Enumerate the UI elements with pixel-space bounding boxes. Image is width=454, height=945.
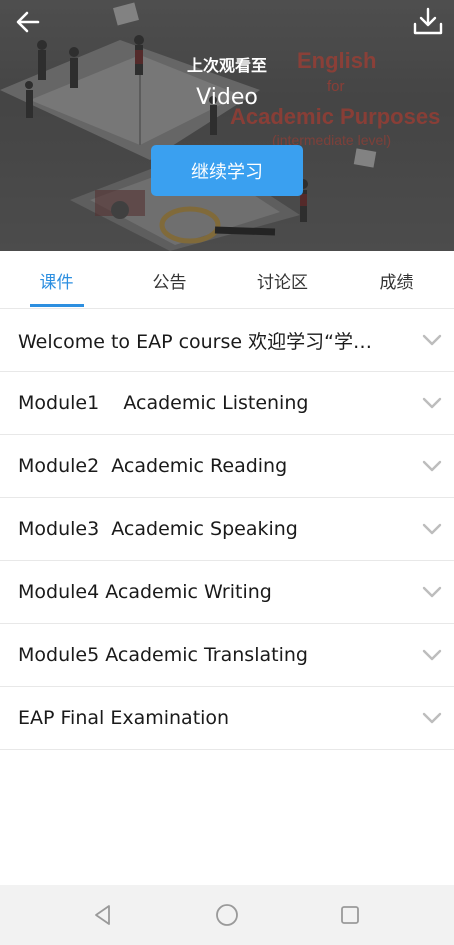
tab-announcements[interactable]: 公告 <box>113 251 226 309</box>
module-list: Welcome to EAP course 欢迎学习“学… Module1 Ac… <box>0 309 454 750</box>
chevron-down-icon <box>422 334 442 346</box>
chevron-down-icon <box>422 586 442 598</box>
chevron-down-icon <box>422 523 442 535</box>
continue-learning-button[interactable]: 继续学习 <box>151 145 303 196</box>
course-tabs: 课件 公告 讨论区 成绩 <box>0 251 454 309</box>
module-label: Module2 Academic Reading <box>18 455 288 477</box>
nav-back-triangle-icon[interactable] <box>92 904 114 926</box>
module-row-speaking[interactable]: Module3 Academic Speaking <box>0 498 454 561</box>
module-row-reading[interactable]: Module2 Academic Reading <box>0 435 454 498</box>
module-row-writing[interactable]: Module4 Academic Writing <box>0 561 454 624</box>
module-label: Welcome to EAP course 欢迎学习“学… <box>18 330 372 353</box>
tab-grades[interactable]: 成绩 <box>340 251 453 309</box>
nav-home-circle-icon[interactable] <box>215 903 239 927</box>
download-icon <box>413 7 443 35</box>
module-label: Module1 Academic Listening <box>18 392 309 414</box>
back-button[interactable] <box>12 6 44 38</box>
course-banner: English for Academic Purposes (intermedi… <box>0 0 454 251</box>
tab-discussion[interactable]: 讨论区 <box>226 251 339 309</box>
module-label: Module5 Academic Translating <box>18 644 308 666</box>
chevron-down-icon <box>422 649 442 661</box>
module-row-final-exam[interactable]: EAP Final Examination <box>0 687 454 750</box>
module-row-welcome[interactable]: Welcome to EAP course 欢迎学习“学… <box>0 309 454 372</box>
arrow-left-icon <box>16 11 40 33</box>
module-label: EAP Final Examination <box>18 707 230 729</box>
module-label: Module4 Academic Writing <box>18 581 272 603</box>
module-row-listening[interactable]: Module1 Academic Listening <box>0 372 454 435</box>
chevron-down-icon <box>422 460 442 472</box>
tab-courseware[interactable]: 课件 <box>0 251 113 309</box>
chevron-down-icon <box>422 712 442 724</box>
nav-recent-square-icon[interactable] <box>340 905 360 925</box>
module-row-translating[interactable]: Module5 Academic Translating <box>0 624 454 687</box>
last-watched-video-title: Video <box>196 85 258 110</box>
download-button[interactable] <box>410 6 446 38</box>
chevron-down-icon <box>422 397 442 409</box>
module-label: Module3 Academic Speaking <box>18 518 298 540</box>
last-watched-label: 上次观看至 <box>186 56 267 75</box>
active-tab-indicator <box>30 304 84 307</box>
